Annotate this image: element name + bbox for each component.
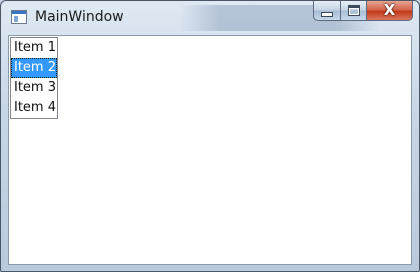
list-item[interactable]: Item 3: [11, 78, 57, 98]
minimize-button[interactable]: [313, 1, 341, 21]
close-icon: X: [383, 1, 396, 19]
client-area: Item 1 Item 2 Item 3 Item 4: [8, 35, 412, 265]
window-app-icon[interactable]: [11, 10, 27, 24]
list-item-selected[interactable]: Item 2: [11, 58, 57, 78]
caption-buttons: X: [313, 1, 413, 23]
main-window: MainWindow X Item 1 Item 2 Item 3 Item 4: [0, 0, 420, 272]
maximize-button[interactable]: [341, 1, 367, 21]
window-title: MainWindow: [35, 9, 124, 25]
list-item[interactable]: Item 1: [11, 38, 57, 58]
list-item[interactable]: Item 4: [11, 98, 57, 118]
minimize-icon: [321, 12, 333, 17]
item-listbox[interactable]: Item 1 Item 2 Item 3 Item 4: [10, 37, 58, 119]
close-button[interactable]: X: [367, 1, 413, 21]
title-bar[interactable]: MainWindow X: [1, 1, 419, 35]
maximize-icon: [347, 5, 360, 16]
